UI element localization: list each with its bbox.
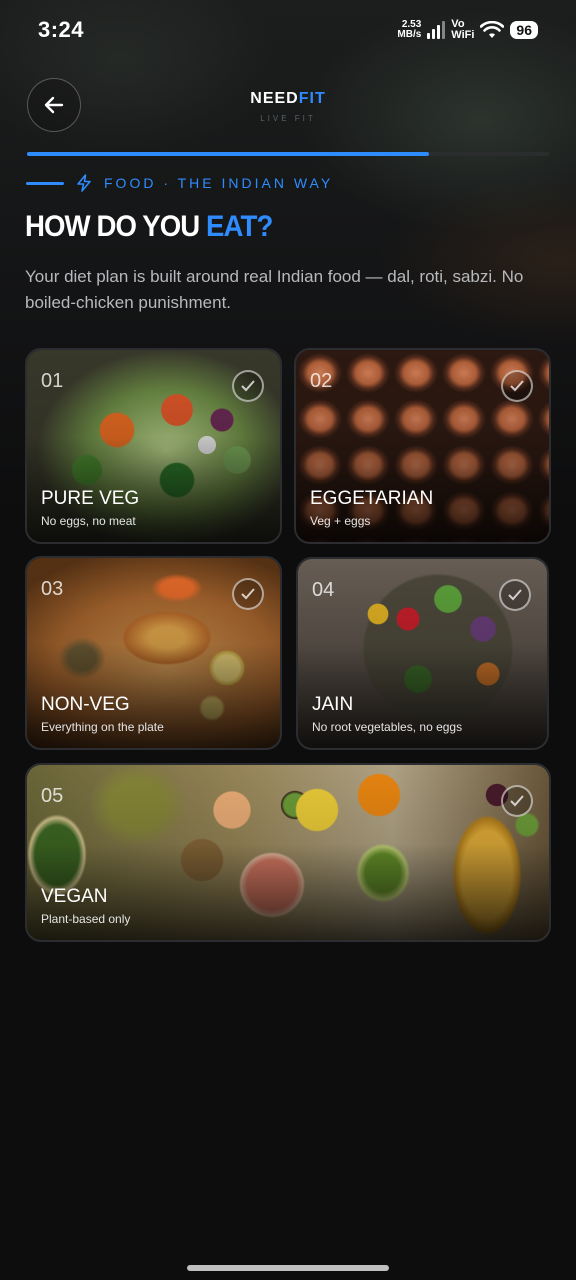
check-circle-icon [501,785,533,817]
diet-option-non-veg[interactable]: 03 NON-VEG Everything on the plate [25,556,282,750]
check-mark-icon [508,589,522,601]
option-label: PURE VEG [41,488,140,509]
vowifi-bottom: WiFi [451,29,475,41]
brand-name: NEEDFIT [0,90,576,108]
option-number: 02 [310,370,333,392]
option-description: Plant-based only [41,912,131,926]
diet-option-jain[interactable]: 04 JAIN No root vegetables, no eggs [296,557,549,750]
check-circle-icon [232,578,264,610]
option-label: NON-VEG [41,694,130,715]
brand-tagline: LIVE FIT [260,114,316,123]
status-icons: 2.53 MB/s Vo WiFi 96 [397,16,538,44]
option-description: Everything on the plate [41,720,164,734]
page-title-main: HOW DO YOU [25,210,207,243]
option-number: 03 [41,578,64,600]
section-eyebrow: FOOD · THE INDIAN WAY [26,174,333,192]
check-circle-icon [501,370,533,402]
diet-option-pure-veg[interactable]: 01 PURE VEG No eggs, no meat [25,348,282,544]
eyebrow-accent-line [26,181,64,185]
diet-option-eggetarian[interactable]: 02 EGGETARIAN Veg + eggs [294,348,551,544]
diet-option-vegan[interactable]: 05 VEGAN Plant-based only [25,763,551,942]
network-speed-unit: MB/s [397,29,422,40]
option-number: 01 [41,370,64,392]
page-subtitle: Your diet plan is built around real Indi… [25,267,524,312]
option-label: EGGETARIAN [310,488,434,509]
check-mark-icon [510,380,524,392]
onboarding-progress-bar [27,152,549,156]
option-number: 04 [312,579,335,601]
option-label: JAIN [312,694,354,715]
check-mark-icon [510,795,524,807]
onboarding-progress-fill [27,152,429,156]
network-speed: 2.53 MB/s [397,20,421,40]
check-circle-icon [232,370,264,402]
brand-name-main: NEED [250,90,299,107]
option-description: Veg + eggs [310,514,371,528]
lightning-icon [77,174,91,192]
home-indicator[interactable] [187,1265,389,1271]
wifi-icon [480,21,505,38]
status-bar: 3:24 2.53 MB/s Vo WiFi 96 [0,0,576,62]
check-mark-icon [241,588,255,600]
page-title-accent: EAT? [206,210,273,243]
option-description: No eggs, no meat [41,514,136,528]
clock: 3:24 [38,17,85,42]
eyebrow-text: FOOD · THE INDIAN WAY [104,175,334,191]
brand-name-accent: FIT [298,90,326,107]
option-description: No root vegetables, no eggs [312,720,463,734]
battery-indicator: 96 [510,21,538,39]
option-number: 05 [41,785,64,807]
brand-logo: NEEDFIT LIVE FIT [0,90,576,123]
check-circle-icon [499,579,531,611]
vowifi-indicator: Vo WiFi [451,19,474,41]
option-label: VEGAN [41,886,108,907]
page-title: HOW DO YOU EAT? [25,210,273,244]
signal-icon [427,21,446,39]
check-mark-icon [241,380,255,392]
